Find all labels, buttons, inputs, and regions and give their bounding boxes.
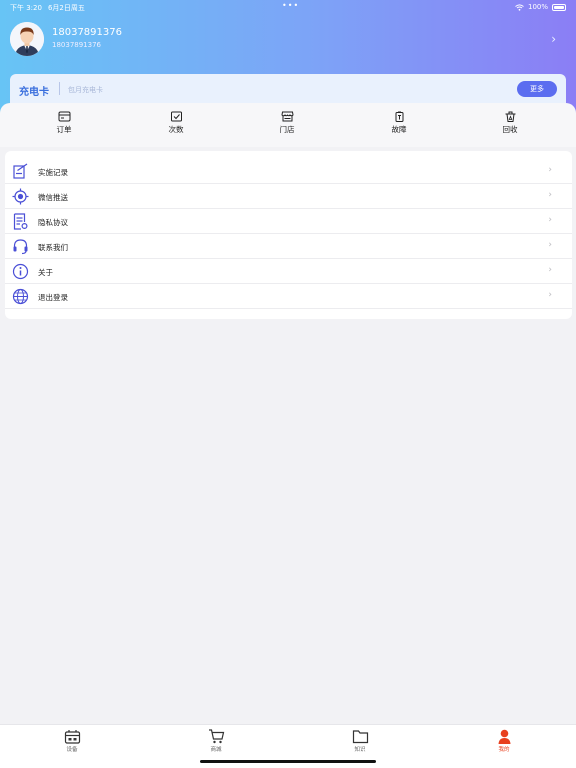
avatar-person-icon [10, 22, 44, 56]
quick-action-label: 门店 [279, 125, 295, 134]
menu-item-logout[interactable]: 退出登录 › [5, 284, 572, 309]
order-icon [58, 111, 70, 122]
person-icon [498, 729, 510, 744]
battery-icon [552, 3, 566, 11]
menu-item-label: 微信推送 [38, 193, 68, 202]
headset-icon [13, 239, 28, 255]
globe-icon [12, 288, 29, 305]
count-icon [170, 111, 182, 122]
tab-label: 我的 [498, 747, 510, 753]
quick-action-count[interactable]: 次数 [156, 111, 196, 135]
menu-item-label: 隐私协议 [38, 218, 68, 227]
menu-item-label: 退出登录 [38, 293, 68, 302]
profile-header[interactable]: 18037891376 18037891376 › [10, 22, 566, 58]
menu-item-label: 关于 [38, 268, 53, 277]
menu-item-contact[interactable]: 联系我们 › [5, 234, 572, 259]
status-bar: 下午 3:20 6月2日周五 ••• 100% [0, 0, 576, 14]
menu-item-label: 实施记录 [38, 168, 68, 177]
tab-label: 知识 [354, 747, 366, 753]
wifi-icon [515, 3, 524, 11]
chevron-right-icon: › [548, 165, 552, 175]
quick-action-label: 次数 [168, 125, 184, 134]
tab-mine[interactable]: 我的 [484, 729, 524, 753]
menu-item-label: 联系我们 [38, 243, 68, 252]
menu-item-about[interactable]: 关于 › [5, 259, 572, 284]
menu-item-records[interactable]: 实施记录 › [5, 159, 572, 184]
cart-icon [208, 729, 224, 744]
fault-icon [395, 111, 403, 122]
quick-action-label: 回收 [502, 125, 518, 134]
tab-knowledge[interactable]: 知识 [340, 729, 380, 753]
quick-action-label: 故障 [391, 125, 407, 134]
chevron-right-icon: › [548, 190, 552, 200]
avatar[interactable] [10, 22, 44, 56]
card-title: 充电卡 [19, 87, 49, 98]
quick-action-recycle[interactable]: 回收 [490, 111, 530, 135]
tab-label: 设备 [66, 747, 78, 753]
more-button[interactable]: 更多 [517, 81, 557, 97]
quick-actions: 订单 次数 门店 故障 回收 [0, 103, 576, 147]
chevron-right-icon: › [548, 265, 552, 275]
multitask-dots[interactable]: ••• [282, 1, 299, 10]
menu-item-wechat-push[interactable]: 微信推送 › [5, 184, 572, 209]
card-subtitle: 包月充电卡 [68, 86, 103, 94]
device-icon [64, 730, 80, 744]
chevron-right-icon: › [548, 215, 552, 225]
quick-action-store[interactable]: 门店 [267, 111, 307, 135]
menu-list: 实施记录 › 微信推送 › 隐私协议 › 联系我们 › 关于 › 退出登录 › [5, 151, 572, 319]
info-icon [12, 263, 29, 280]
record-icon [13, 163, 28, 179]
status-time: 下午 3:20 [10, 4, 42, 12]
quick-action-order[interactable]: 订单 [44, 111, 84, 135]
privacy-icon [13, 213, 28, 230]
recycle-icon [505, 111, 515, 122]
folder-icon [352, 730, 368, 744]
tab-device[interactable]: 设备 [52, 729, 92, 753]
status-date: 6月2日周五 [47, 4, 85, 12]
quick-action-label: 订单 [56, 125, 72, 134]
push-icon [12, 188, 29, 205]
user-name: 18037891376 [52, 27, 122, 38]
chevron-right-icon: › [548, 240, 552, 250]
quick-action-fault[interactable]: 故障 [379, 111, 419, 135]
tab-label: 商城 [210, 747, 222, 753]
user-account: 18037891376 [52, 41, 101, 49]
battery-percent: 100% [527, 3, 548, 11]
store-icon [280, 111, 294, 122]
charging-card-banner[interactable]: 充电卡 包月充电卡 更多 [10, 74, 566, 104]
chevron-right-icon[interactable]: › [551, 32, 556, 46]
menu-item-privacy[interactable]: 隐私协议 › [5, 209, 572, 234]
tab-mall[interactable]: 商城 [196, 729, 236, 753]
home-indicator[interactable] [200, 760, 376, 763]
chevron-right-icon: › [548, 290, 552, 300]
card-divider [59, 82, 60, 95]
